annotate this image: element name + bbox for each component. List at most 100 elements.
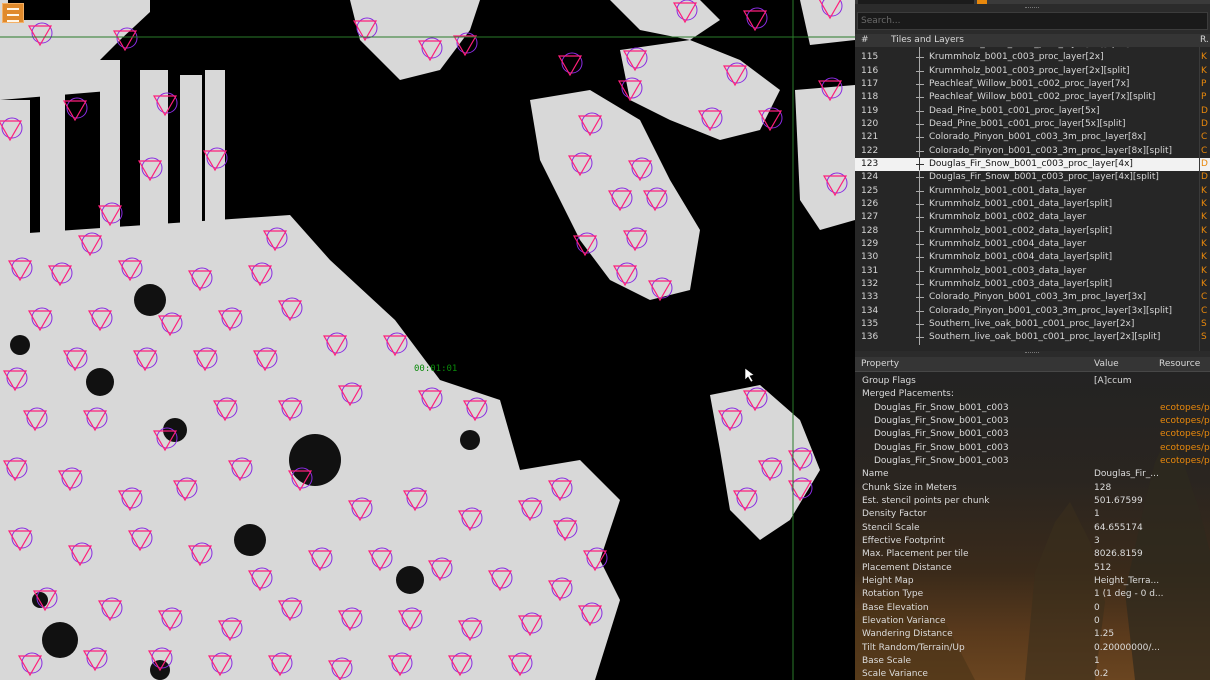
property-value[interactable]: 1 <box>1094 655 1100 668</box>
expand-plus-icon[interactable] <box>915 116 924 132</box>
property-row[interactable]: Base Scale 1 <box>855 655 1210 668</box>
placement-map[interactable] <box>0 0 855 680</box>
layer-row[interactable]: 130 Krummholz_b001_c004_data_layer[split]… <box>855 250 1210 266</box>
expand-plus-icon[interactable] <box>915 250 924 266</box>
map-viewport[interactable]: 00:01:01 <box>0 0 855 680</box>
expand-plus-icon[interactable] <box>915 276 924 292</box>
property-row[interactable]: Elevation Variance 0 <box>855 615 1210 628</box>
layer-row[interactable]: 125 Krummholz_b001_c001_data_layer K <box>855 183 1210 199</box>
col-header-resource[interactable]: R. <box>1200 35 1209 45</box>
property-value[interactable]: 1 <box>1094 508 1100 521</box>
layer-row[interactable]: 118 Peachleaf_Willow_b001_c002_proc_layer… <box>855 90 1210 106</box>
property-resource[interactable]: ecotopes/pl <box>1160 428 1210 441</box>
layer-row[interactable]: 121 Colorado_Pinyon_b001_c003_3m_proc_lay… <box>855 130 1210 146</box>
layer-row[interactable]: 127 Krummholz_b001_c002_data_layer K <box>855 210 1210 226</box>
property-row[interactable]: Merged Placements: <box>855 388 1210 401</box>
property-row[interactable]: Density Factor 1 <box>855 508 1210 521</box>
property-row[interactable]: Wandering Distance 1.25 <box>855 628 1210 641</box>
property-row[interactable]: Tilt Random/Terrain/Up 0.20000000/... <box>855 642 1210 655</box>
col-header-resource[interactable]: Resource <box>1159 359 1200 369</box>
expand-plus-icon[interactable] <box>915 303 924 319</box>
property-value[interactable]: 8026.8159 <box>1094 548 1143 561</box>
expand-plus-icon[interactable] <box>915 170 924 186</box>
expand-plus-icon[interactable] <box>915 130 924 146</box>
property-row[interactable]: Stencil Scale 64.655174 <box>855 522 1210 535</box>
expand-plus-icon[interactable] <box>915 210 924 226</box>
property-value[interactable]: [A]ccum <box>1094 375 1132 388</box>
search-input[interactable]: Search... <box>857 12 1208 30</box>
property-value[interactable]: 0 <box>1094 602 1100 615</box>
layer-row[interactable]: 122 Colorado_Pinyon_b001_c003_3m_proc_lay… <box>855 143 1210 159</box>
property-row[interactable]: Group Flags [A]ccum <box>855 375 1210 388</box>
layer-row[interactable]: 131 Krummholz_b001_c003_data_layer K <box>855 263 1210 279</box>
expand-plus-icon[interactable] <box>915 63 924 79</box>
panel-tab-strip[interactable] <box>855 0 1210 4</box>
property-row[interactable]: Douglas_Fir_Snow_b001_c003 ecotopes/pl <box>855 428 1210 441</box>
expand-plus-icon[interactable] <box>915 183 924 199</box>
property-value[interactable]: 1 (1 deg - 0 d... <box>1094 588 1164 601</box>
col-header-number[interactable]: # <box>861 35 869 45</box>
splitter-handle[interactable] <box>1025 352 1039 356</box>
property-value[interactable]: 0.20000000/... <box>1094 642 1160 655</box>
layer-row[interactable]: 132 Krummholz_b001_c003_data_layer[split]… <box>855 276 1210 292</box>
property-value[interactable]: 64.655174 <box>1094 522 1143 535</box>
property-row[interactable]: Scale Variance 0.2 <box>855 668 1210 680</box>
property-value[interactable]: Height_Terra... <box>1094 575 1159 588</box>
expand-plus-icon[interactable] <box>915 103 924 119</box>
layer-row[interactable]: 136 Southern_live_oak_b001_c001_proc_laye… <box>855 330 1210 346</box>
property-resource[interactable]: ecotopes/pl <box>1160 415 1210 428</box>
layer-row[interactable]: 120 Dead_Pine_b001_c001_proc_layer[5x][sp… <box>855 116 1210 132</box>
splitter-handle[interactable] <box>1025 7 1039 11</box>
property-resource[interactable]: ecotopes/pl <box>1160 402 1210 415</box>
list-icon[interactable] <box>2 3 24 23</box>
property-value[interactable]: 501.67599 <box>1094 495 1143 508</box>
property-row[interactable]: Name Douglas_Fir_... <box>855 468 1210 481</box>
expand-plus-icon[interactable] <box>915 196 924 212</box>
property-value[interactable]: 0.2 <box>1094 668 1108 680</box>
layer-row[interactable]: 119 Dead_Pine_b001_c001_proc_layer[5x] D <box>855 103 1210 119</box>
layer-row[interactable]: 116 Krummholz_b001_c003_proc_layer[2x][sp… <box>855 63 1210 79</box>
expand-plus-icon[interactable] <box>915 143 924 159</box>
property-value[interactable]: 128 <box>1094 482 1111 495</box>
expand-plus-icon[interactable] <box>915 330 924 346</box>
expand-plus-icon[interactable] <box>915 156 924 172</box>
layer-row[interactable]: 117 Peachleaf_Willow_b001_c002_proc_layer… <box>855 76 1210 92</box>
panel-tab[interactable] <box>858 0 974 4</box>
expand-plus-icon[interactable] <box>915 76 924 92</box>
property-value[interactable]: Douglas_Fir_... <box>1094 468 1159 481</box>
property-value[interactable]: 0 <box>1094 615 1100 628</box>
property-row[interactable]: Douglas_Fir_Snow_b001_c003 ecotopes/pl <box>855 402 1210 415</box>
panel-tab-active[interactable] <box>977 0 987 4</box>
col-header-tiles-and-layers[interactable]: Tiles and Layers <box>891 35 964 45</box>
property-resource[interactable]: ecotopes/pl <box>1160 455 1210 468</box>
property-row[interactable]: Chunk Size in Meters 128 <box>855 482 1210 495</box>
property-value[interactable]: 512 <box>1094 562 1111 575</box>
properties-list[interactable]: Group Flags [A]ccum Merged Placements: Doug… <box>855 372 1210 680</box>
property-row[interactable]: Height Map Height_Terra... <box>855 575 1210 588</box>
layer-row[interactable]: 134 Colorado_Pinyon_b001_c003_3m_proc_lay… <box>855 303 1210 319</box>
col-header-value[interactable]: Value <box>1094 359 1119 369</box>
layer-row[interactable]: 129 Krummholz_b001_c004_data_layer K <box>855 236 1210 252</box>
property-row[interactable]: Max. Placement per tile 8026.8159 <box>855 548 1210 561</box>
property-row[interactable]: Placement Distance 512 <box>855 562 1210 575</box>
property-row[interactable]: Base Elevation 0 <box>855 602 1210 615</box>
layer-row[interactable]: 124 Douglas_Fir_Snow_b001_c003_proc_layer… <box>855 170 1210 186</box>
expand-plus-icon[interactable] <box>915 50 924 66</box>
property-value[interactable]: 1.25 <box>1094 628 1114 641</box>
expand-plus-icon[interactable] <box>915 223 924 239</box>
list-scrollbar[interactable] <box>1199 47 1200 351</box>
property-row[interactable]: Douglas_Fir_Snow_b001_c003 ecotopes/pl <box>855 415 1210 428</box>
property-row[interactable]: Est. stencil points per chunk 501.67599 <box>855 495 1210 508</box>
expand-plus-icon[interactable] <box>915 90 924 106</box>
layer-row[interactable]: 128 Krummholz_b001_c002_data_layer[split]… <box>855 223 1210 239</box>
layer-row[interactable]: 126 Krummholz_b001_c001_data_layer[split]… <box>855 196 1210 212</box>
property-row[interactable]: Douglas_Fir_Snow_b001_c003 ecotopes/pl <box>855 455 1210 468</box>
property-resource[interactable]: ecotopes/pl <box>1160 442 1210 455</box>
property-row[interactable]: Douglas_Fir_Snow_b001_c003 ecotopes/pl <box>855 442 1210 455</box>
expand-plus-icon[interactable] <box>915 316 924 332</box>
layer-row[interactable]: 135 Southern_live_oak_b001_c001_proc_laye… <box>855 316 1210 332</box>
layer-row[interactable]: 133 Colorado_Pinyon_b001_c003_3m_proc_lay… <box>855 290 1210 306</box>
expand-plus-icon[interactable] <box>915 263 924 279</box>
expand-plus-icon[interactable] <box>915 236 924 252</box>
property-value[interactable]: 3 <box>1094 535 1100 548</box>
